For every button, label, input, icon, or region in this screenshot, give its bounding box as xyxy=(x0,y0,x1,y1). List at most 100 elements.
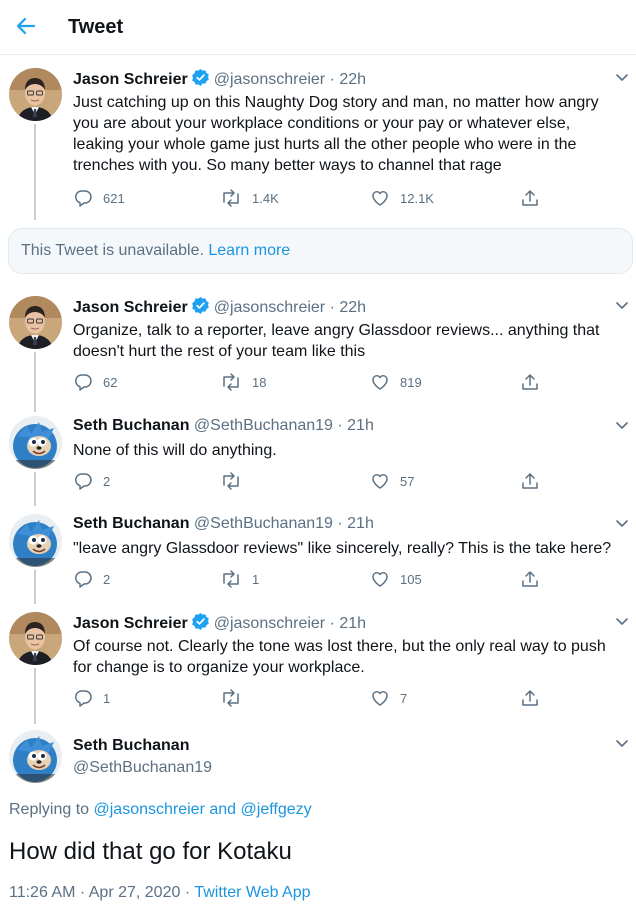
unavailable-text: This Tweet is unavailable. xyxy=(21,242,204,259)
page-title: Tweet xyxy=(68,16,124,38)
timestamp[interactable]: 21h xyxy=(347,417,374,434)
mention-link[interactable]: @jasonschreier xyxy=(94,801,205,818)
reply-button[interactable]: 2 xyxy=(73,471,110,491)
back-arrow-icon[interactable] xyxy=(12,12,40,40)
mention-link[interactable]: @jeffgezy xyxy=(241,801,312,818)
avatar[interactable] xyxy=(9,68,62,121)
heart-icon xyxy=(370,688,390,708)
like-count: 819 xyxy=(400,374,422,390)
timestamp[interactable]: 22h xyxy=(339,71,366,88)
reply-button[interactable]: 62 xyxy=(73,372,117,392)
focused-tweet-author: Seth Buchanan @SethBuchanan19 xyxy=(0,730,636,790)
thread-line xyxy=(34,124,36,220)
avatar[interactable] xyxy=(9,730,62,783)
chevron-down-icon[interactable] xyxy=(614,614,630,630)
reply-button[interactable]: 1 xyxy=(73,688,110,708)
like-count: 105 xyxy=(400,571,422,587)
thread-line xyxy=(34,352,36,412)
like-button[interactable]: 819 xyxy=(370,372,422,392)
author-name: Seth Buchanan xyxy=(73,736,189,756)
share-button[interactable] xyxy=(520,188,550,208)
user-handle[interactable]: @jasonschreier xyxy=(214,299,325,316)
retweet-button[interactable]: 1.4K xyxy=(220,188,279,208)
display-name[interactable]: Jason Schreier xyxy=(73,71,188,88)
like-count: 12.1K xyxy=(400,190,434,206)
tweet-actions: 621 1.4K 12.1K xyxy=(73,188,593,208)
user-handle[interactable]: @SethBuchanan19 xyxy=(73,759,212,776)
retweet-icon xyxy=(220,688,242,708)
heart-icon xyxy=(370,471,390,491)
verified-badge-icon xyxy=(191,68,210,93)
tweet-item[interactable]: Jason Schreier @jasonschreier · 22h Organ… xyxy=(0,296,636,412)
retweet-button[interactable] xyxy=(220,688,252,708)
tweet-item[interactable]: Jason Schreier @jasonschreier · 21h Of co… xyxy=(0,612,636,724)
share-button[interactable] xyxy=(520,688,550,708)
user-handle[interactable]: @jasonschreier xyxy=(214,71,325,88)
like-button[interactable]: 12.1K xyxy=(370,188,434,208)
timestamp[interactable]: 22h xyxy=(339,299,366,316)
avatar[interactable] xyxy=(9,296,62,349)
tweet-item[interactable]: Seth Buchanan @SethBuchanan19 · 21h None… xyxy=(0,416,636,506)
reply-count: 62 xyxy=(103,374,118,390)
reply-icon xyxy=(73,188,93,208)
chevron-down-icon[interactable] xyxy=(614,298,630,314)
share-icon xyxy=(520,372,540,392)
tweet-header: Jason Schreier @jasonschreier · 22h xyxy=(73,296,366,321)
timestamp[interactable]: 21h xyxy=(339,615,366,632)
tweet-item[interactable]: Jason Schreier @jasonschreier · 22h Just … xyxy=(0,68,636,228)
share-button[interactable] xyxy=(520,471,550,491)
retweet-button[interactable]: 1 xyxy=(220,569,259,589)
avatar[interactable] xyxy=(9,612,62,665)
retweet-icon xyxy=(220,188,242,208)
tweet-item[interactable]: Seth Buchanan @SethBuchanan19 · 21h "lea… xyxy=(0,514,636,604)
retweet-button[interactable]: 18 xyxy=(220,372,266,392)
user-handle[interactable]: @jasonschreier xyxy=(214,615,325,632)
thread-line xyxy=(34,472,36,506)
tweet-text: Of course not. Clearly the tone was lost… xyxy=(73,638,606,676)
chevron-down-icon[interactable] xyxy=(614,418,630,434)
reply-button[interactable]: 2 xyxy=(73,569,110,589)
unavailable-tweet-notice: This Tweet is unavailable. Learn more xyxy=(8,228,633,274)
display-name[interactable]: Seth Buchanan xyxy=(73,737,189,754)
tweet-meta: 11:26 AM · Apr 27, 2020 · Twitter Web Ap… xyxy=(9,884,311,902)
timestamp[interactable]: 21h xyxy=(347,515,374,532)
tweet-timestamp[interactable]: 11:26 AM · Apr 27, 2020 · xyxy=(9,884,190,901)
share-icon xyxy=(520,688,540,708)
reply-count: 621 xyxy=(103,190,125,206)
user-handle[interactable]: @SethBuchanan19 xyxy=(194,417,333,434)
chevron-down-icon[interactable] xyxy=(614,516,630,532)
reply-icon xyxy=(73,372,93,392)
reply-button[interactable]: 621 xyxy=(73,188,125,208)
reply-icon xyxy=(73,471,93,491)
display-name[interactable]: Seth Buchanan xyxy=(73,417,189,434)
display-name[interactable]: Seth Buchanan xyxy=(73,515,189,532)
author-handle-row: @SethBuchanan19 xyxy=(73,758,212,778)
heart-icon xyxy=(370,188,390,208)
retweet-count: 1 xyxy=(252,571,260,587)
display-name[interactable]: Jason Schreier xyxy=(73,615,188,632)
tweet-actions: 2 1 105 xyxy=(73,569,593,589)
client-link[interactable]: Twitter Web App xyxy=(194,884,310,901)
chevron-down-icon[interactable] xyxy=(614,736,630,752)
retweet-button[interactable] xyxy=(220,471,252,491)
reply-icon xyxy=(73,688,93,708)
chevron-down-icon[interactable] xyxy=(614,70,630,86)
verified-badge-icon xyxy=(191,296,210,321)
learn-more-link[interactable]: Learn more xyxy=(208,242,290,259)
tweet-actions: 62 18 819 xyxy=(73,372,593,392)
tweet-text: Just catching up on this Naughty Dog sto… xyxy=(73,94,599,174)
retweet-icon xyxy=(220,569,242,589)
display-name[interactable]: Jason Schreier xyxy=(73,299,188,316)
avatar[interactable] xyxy=(9,514,62,567)
share-button[interactable] xyxy=(520,372,550,392)
tweet-header: Jason Schreier @jasonschreier · 22h xyxy=(73,68,366,93)
avatar[interactable] xyxy=(9,416,62,469)
like-button[interactable]: 57 xyxy=(370,471,414,491)
like-button[interactable]: 7 xyxy=(370,688,407,708)
user-handle[interactable]: @SethBuchanan19 xyxy=(194,515,333,532)
retweet-count: 18 xyxy=(252,374,267,390)
share-icon xyxy=(520,569,540,589)
share-button[interactable] xyxy=(520,569,550,589)
thread-line xyxy=(34,570,36,604)
like-button[interactable]: 105 xyxy=(370,569,422,589)
